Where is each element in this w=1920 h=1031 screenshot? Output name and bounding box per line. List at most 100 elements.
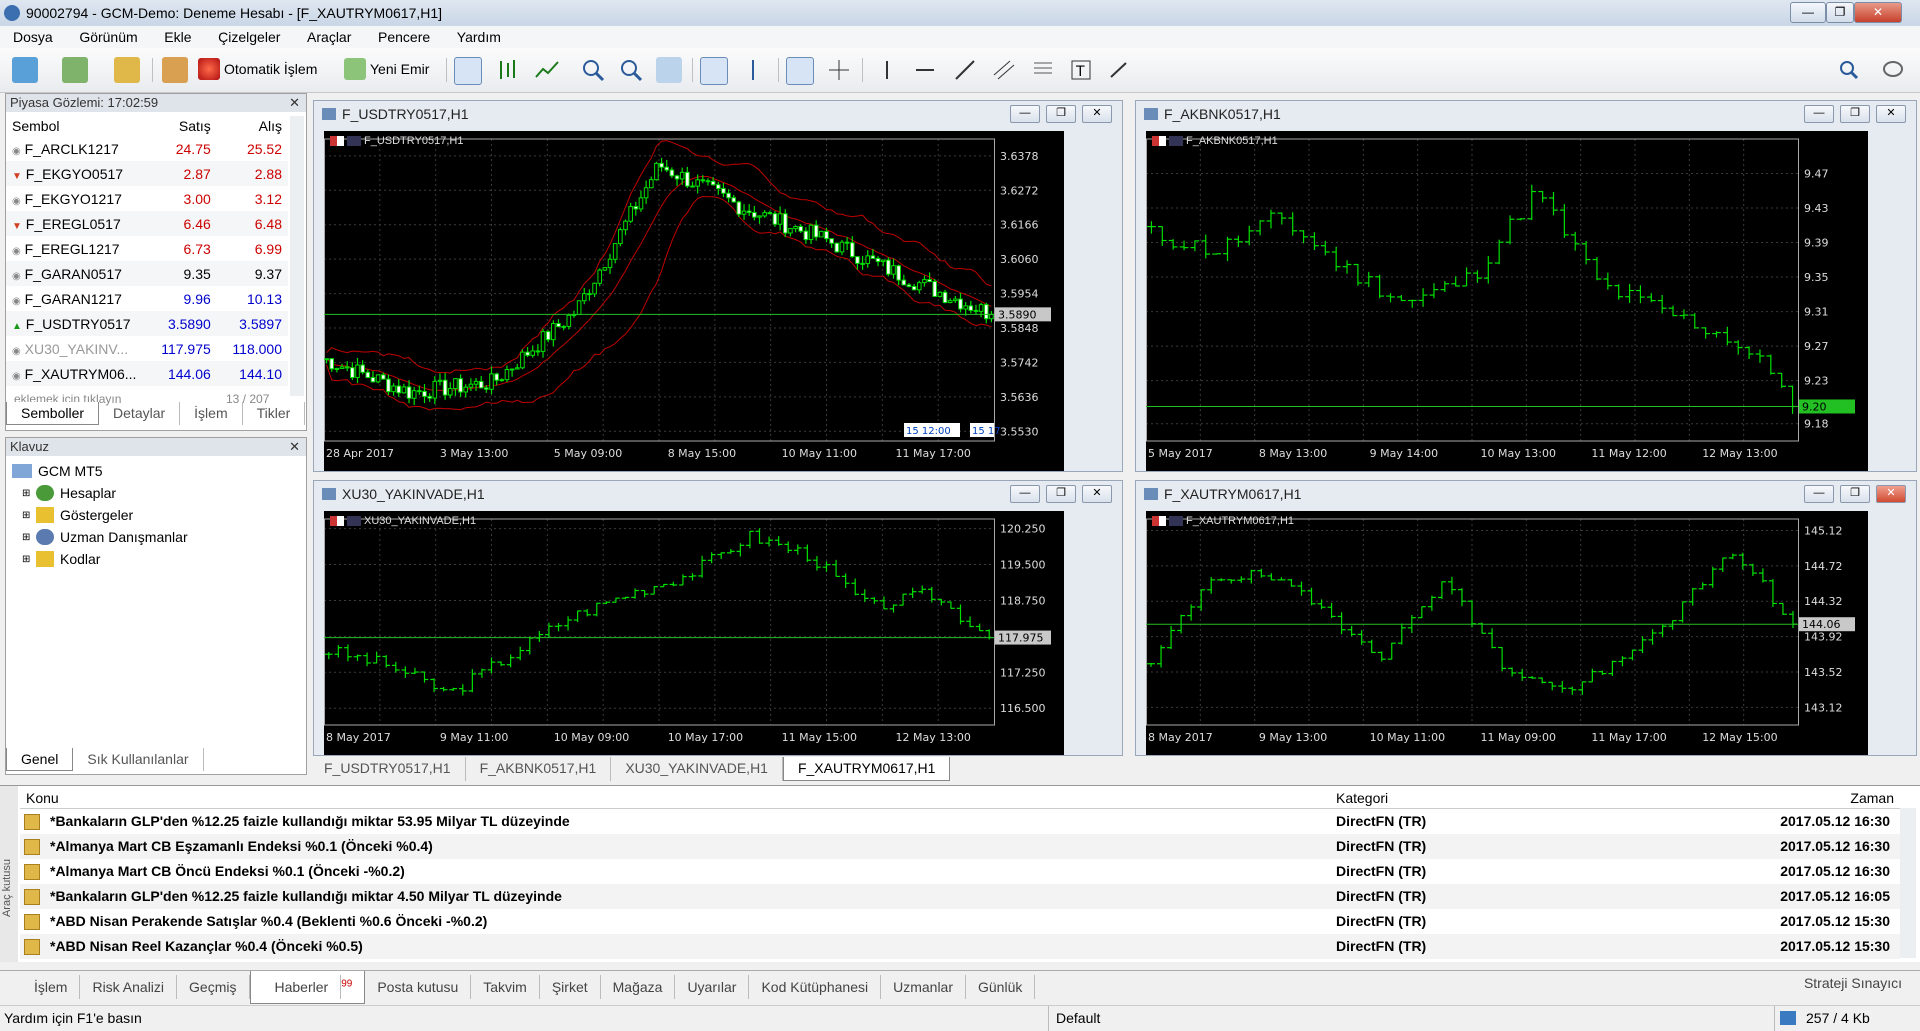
- tree-root[interactable]: GCM MT5: [12, 460, 188, 482]
- chart-window[interactable]: F_XAUTRYM0617,H1 — ❐ ✕ 145.12 144.72 144.32 143…: [1135, 480, 1917, 756]
- tab-islem-bottom[interactable]: İşlem: [22, 975, 81, 999]
- chart-tab-usdtry[interactable]: F_USDTRY0517,H1: [310, 757, 466, 781]
- table-row[interactable]: ◉ F_XAUTRYM06... 144.06 144.10: [6, 361, 288, 386]
- menu-gorunum[interactable]: Görünüm: [66, 26, 147, 45]
- chart-window[interactable]: F_USDTRY0517,H1 — ❐ ✕ 3.6378 3.6272 3.6166 3.60…: [313, 100, 1123, 472]
- restore-button[interactable]: ❐: [1840, 485, 1870, 503]
- line-chart-icon[interactable]: [534, 57, 560, 83]
- text-icon[interactable]: T: [1068, 57, 1094, 83]
- tile-windows-icon[interactable]: [656, 57, 682, 83]
- minimize-button[interactable]: —: [1010, 485, 1040, 503]
- chart-canvas[interactable]: 3.6378 3.6272 3.6166 3.6060 3.5954 3.5848 3.57…: [324, 131, 1064, 471]
- bar-chart-icon[interactable]: [454, 57, 482, 85]
- tab-sirket[interactable]: Şirket: [540, 975, 601, 999]
- chart-shift-icon[interactable]: [740, 57, 766, 83]
- chart-window[interactable]: XU30_YAKINVADE,H1 — ❐ ✕ 120.250 119.500 118.75…: [313, 480, 1123, 756]
- tab-islem[interactable]: İşlem: [180, 402, 243, 425]
- close-button[interactable]: ✕: [1876, 105, 1906, 123]
- news-row[interactable]: *Bankaların GLP'den %12.25 faizle kullan…: [20, 884, 1900, 909]
- tree-item-gostergeler[interactable]: ⊞ Göstergeler: [12, 504, 188, 526]
- new-chart-icon[interactable]: [12, 57, 38, 83]
- news-scrollbar[interactable]: [1900, 808, 1916, 958]
- tab-tikler[interactable]: Tikler: [243, 402, 306, 425]
- chart-tab-akbnk[interactable]: F_AKBNK0517,H1: [466, 757, 612, 781]
- restore-button[interactable]: ❐: [1046, 485, 1076, 503]
- tab-detaylar[interactable]: Detaylar: [99, 402, 181, 425]
- chart-window[interactable]: F_AKBNK0517,H1 — ❐ ✕ 9.47 9.43 9.39 9.35 9.31 9.2…: [1135, 100, 1917, 472]
- expand-icon[interactable]: ⊞: [22, 488, 36, 499]
- market-watch-icon[interactable]: [114, 57, 140, 83]
- navigator-icon[interactable]: [162, 57, 188, 83]
- close-icon[interactable]: ✕: [289, 438, 300, 456]
- table-row[interactable]: ▲ F_USDTRY0517 3.5890 3.5897: [6, 311, 288, 336]
- tree-item-hesaplar[interactable]: ⊞ Hesaplar: [12, 482, 188, 504]
- col-time[interactable]: Zaman: [1850, 790, 1894, 806]
- close-button[interactable]: ✕: [1082, 485, 1112, 503]
- menu-ekle[interactable]: Ekle: [151, 26, 201, 45]
- restore-button[interactable]: ❐: [1840, 105, 1870, 123]
- close-button[interactable]: ✕: [1082, 105, 1112, 123]
- chart-canvas[interactable]: 9.47 9.43 9.39 9.35 9.31 9.27 9.23 9.18 5 May 20…: [1146, 131, 1868, 471]
- restore-button[interactable]: ❐: [1046, 105, 1076, 123]
- tab-haberler[interactable]: Haberler 99: [249, 971, 366, 1004]
- strategy-tester-tab[interactable]: Strateji Sınayıcı: [1792, 971, 1914, 995]
- expand-icon[interactable]: ⊞: [22, 554, 36, 565]
- table-row[interactable]: ◉ F_ARCLK1217 24.75 25.52: [6, 136, 288, 161]
- restore-button[interactable]: ❐: [1826, 2, 1854, 23]
- zoom-in-icon[interactable]: [580, 57, 606, 83]
- cursor-icon[interactable]: [786, 57, 814, 85]
- close-button[interactable]: ✕: [1876, 485, 1906, 503]
- table-row[interactable]: ▼ F_EKGYO0517 2.87 2.88: [6, 161, 288, 186]
- tab-gunluk[interactable]: Günlük: [966, 975, 1036, 999]
- new-order-button[interactable]: Yeni Emir: [344, 56, 429, 82]
- menu-yardim[interactable]: Yardım: [444, 26, 511, 45]
- tab-kod[interactable]: Kod Kütüphanesi: [749, 975, 882, 999]
- chart-canvas[interactable]: 120.250119.500118.750118.000117.250116.5…: [324, 511, 1064, 755]
- horizontal-line-icon[interactable]: [912, 57, 938, 83]
- channel-icon[interactable]: [990, 57, 1016, 83]
- close-icon[interactable]: ✕: [289, 94, 300, 112]
- zoom-out-icon[interactable]: [618, 57, 644, 83]
- tree-item-kodlar[interactable]: ⊞ Kodlar: [12, 548, 188, 570]
- market-watch-scrollbar[interactable]: [290, 116, 304, 396]
- chart-tab-xu30[interactable]: XU30_YAKINVADE,H1: [611, 757, 783, 781]
- fibonacci-icon[interactable]: [1030, 57, 1056, 83]
- tab-gecmis[interactable]: Geçmiş: [177, 975, 250, 999]
- chat-icon[interactable]: [1880, 57, 1906, 83]
- tab-semboller[interactable]: Semboller: [6, 402, 100, 425]
- news-row[interactable]: *Bankaların GLP'den %12.25 faizle kullan…: [20, 809, 1900, 834]
- minimize-button[interactable]: —: [1790, 2, 1826, 23]
- tab-posta[interactable]: Posta kutusu: [365, 975, 472, 999]
- crosshair-icon[interactable]: [826, 57, 852, 83]
- menu-araclar[interactable]: Araçlar: [294, 26, 361, 45]
- tab-risk[interactable]: Risk Analizi: [80, 975, 178, 999]
- minimize-button[interactable]: —: [1010, 105, 1040, 123]
- minimize-button[interactable]: —: [1804, 485, 1834, 503]
- table-row[interactable]: ◉ F_GARAN0517 9.35 9.37: [6, 261, 288, 286]
- menu-dosya[interactable]: Dosya: [0, 26, 63, 45]
- chart-tab-xautry[interactable]: F_XAUTRYM0617,H1: [782, 757, 951, 781]
- news-row[interactable]: *Almanya Mart CB Eşzamanlı Endeksi %0.1 …: [20, 834, 1900, 859]
- trend-line-icon[interactable]: [952, 57, 978, 83]
- col-symbol[interactable]: Sembol: [6, 116, 146, 136]
- table-row[interactable]: ◉ F_GARAN1217 9.96 10.13: [6, 286, 288, 311]
- auto-trade-button[interactable]: Otomatik İşlem: [198, 56, 317, 82]
- table-row[interactable]: ◉ F_EKGYO1217 3.00 3.12: [6, 186, 288, 211]
- menu-pencere[interactable]: Pencere: [365, 26, 440, 45]
- news-row[interactable]: *ABD Nisan Reel Kazançlar %0.4 (Önceki %…: [20, 934, 1900, 959]
- search-icon[interactable]: [1836, 57, 1862, 83]
- col-ask[interactable]: Alış: [217, 116, 288, 136]
- autoscroll-icon[interactable]: [700, 57, 728, 85]
- close-button[interactable]: ✕: [1854, 2, 1902, 23]
- shapes-icon[interactable]: [1106, 57, 1132, 83]
- tab-uzmanlar[interactable]: Uzmanlar: [881, 975, 966, 999]
- tab-uyarilar[interactable]: Uyarılar: [675, 975, 750, 999]
- news-row[interactable]: *Almanya Mart CB Öncü Endeksi %0.1 (Önce…: [20, 859, 1900, 884]
- table-row[interactable]: ◉ F_EREGL1217 6.73 6.99: [6, 236, 288, 261]
- minimize-button[interactable]: —: [1804, 105, 1834, 123]
- col-bid[interactable]: Satış: [146, 116, 217, 136]
- expand-icon[interactable]: ⊞: [22, 532, 36, 543]
- profiles-icon[interactable]: [62, 57, 88, 83]
- menu-cizelgeler[interactable]: Çizelgeler: [205, 26, 290, 45]
- vertical-line-icon[interactable]: [874, 57, 900, 83]
